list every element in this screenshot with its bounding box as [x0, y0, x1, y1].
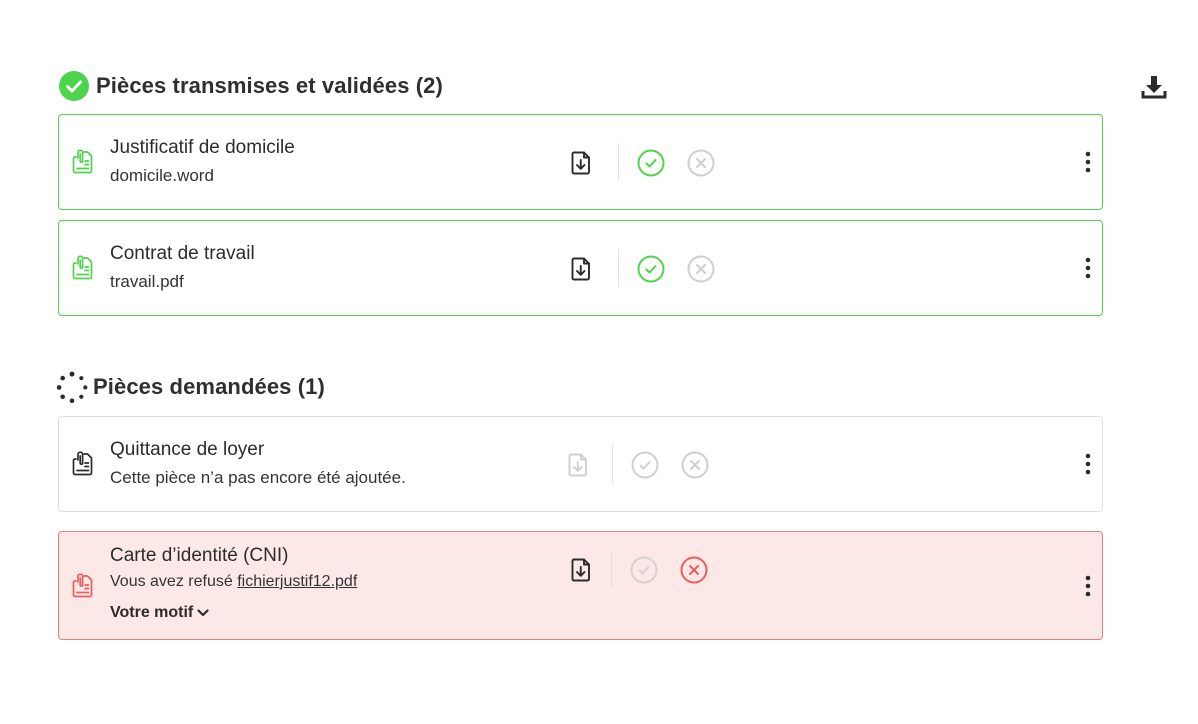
validate-icon: [631, 451, 659, 479]
kebab-menu-icon[interactable]: [1081, 451, 1095, 477]
document-title: Carte d’identité (CNI): [110, 545, 289, 566]
refuse-icon[interactable]: [680, 556, 708, 584]
file-download-icon[interactable]: [567, 255, 595, 283]
section-title-validated: Pièces transmises et validées (2): [58, 70, 443, 102]
motif-label: Votre motif: [110, 604, 194, 621]
file-download-icon: [564, 451, 592, 479]
section-title-text: Pièces demandées (1): [93, 374, 325, 399]
document-card: Quittance de loyer Cette pièce n’a pas e…: [58, 416, 1103, 512]
download-all-icon[interactable]: [1141, 74, 1167, 100]
refused-prefix: Vous avez refusé: [110, 573, 233, 590]
motif-toggle[interactable]: Votre motif: [110, 604, 209, 622]
refuse-icon[interactable]: [687, 149, 715, 177]
divider: [612, 445, 613, 483]
document-status-message: Cette pièce n’a pas encore été ajoutée.: [110, 468, 406, 487]
document-title: Quittance de loyer: [110, 439, 265, 460]
refuse-icon[interactable]: [687, 255, 715, 283]
document-card: Justificatif de domicile domicile.word: [58, 114, 1103, 210]
kebab-menu-icon[interactable]: [1081, 149, 1095, 175]
paperclip-document-icon: [71, 149, 95, 175]
validate-icon[interactable]: [630, 556, 658, 584]
document-card: Contrat de travail travail.pdf: [58, 220, 1103, 316]
spinner-icon: [56, 371, 88, 404]
refused-file-link[interactable]: fichierjustif12.pdf: [237, 573, 357, 590]
paperclip-document-icon: [71, 255, 95, 281]
kebab-menu-icon[interactable]: [1081, 573, 1095, 599]
divider: [618, 143, 619, 181]
document-title: Justificatif de domicile: [110, 137, 295, 158]
paperclip-document-icon: [71, 573, 95, 599]
section-title-requested: Pièces demandées (1): [56, 371, 325, 404]
refuse-icon: [681, 451, 709, 479]
refused-message: Vous avez refusé fichierjustif12.pdf: [110, 573, 357, 591]
document-filename: travail.pdf: [110, 272, 184, 291]
validate-icon[interactable]: [637, 255, 665, 283]
validate-icon[interactable]: [637, 149, 665, 177]
document-card-refused: Carte d’identité (CNI) Vous avez refusé …: [58, 531, 1103, 640]
file-download-icon[interactable]: [567, 149, 595, 177]
paperclip-document-icon: [71, 451, 95, 477]
file-download-icon[interactable]: [567, 556, 595, 584]
kebab-menu-icon[interactable]: [1081, 255, 1095, 281]
chevron-down-icon: [197, 609, 209, 617]
divider: [618, 249, 619, 287]
divider: [611, 550, 612, 588]
section-title-text: Pièces transmises et validées (2): [96, 73, 443, 98]
check-circle-icon: [58, 70, 90, 102]
document-title: Contrat de travail: [110, 243, 255, 264]
document-filename: domicile.word: [110, 166, 214, 185]
